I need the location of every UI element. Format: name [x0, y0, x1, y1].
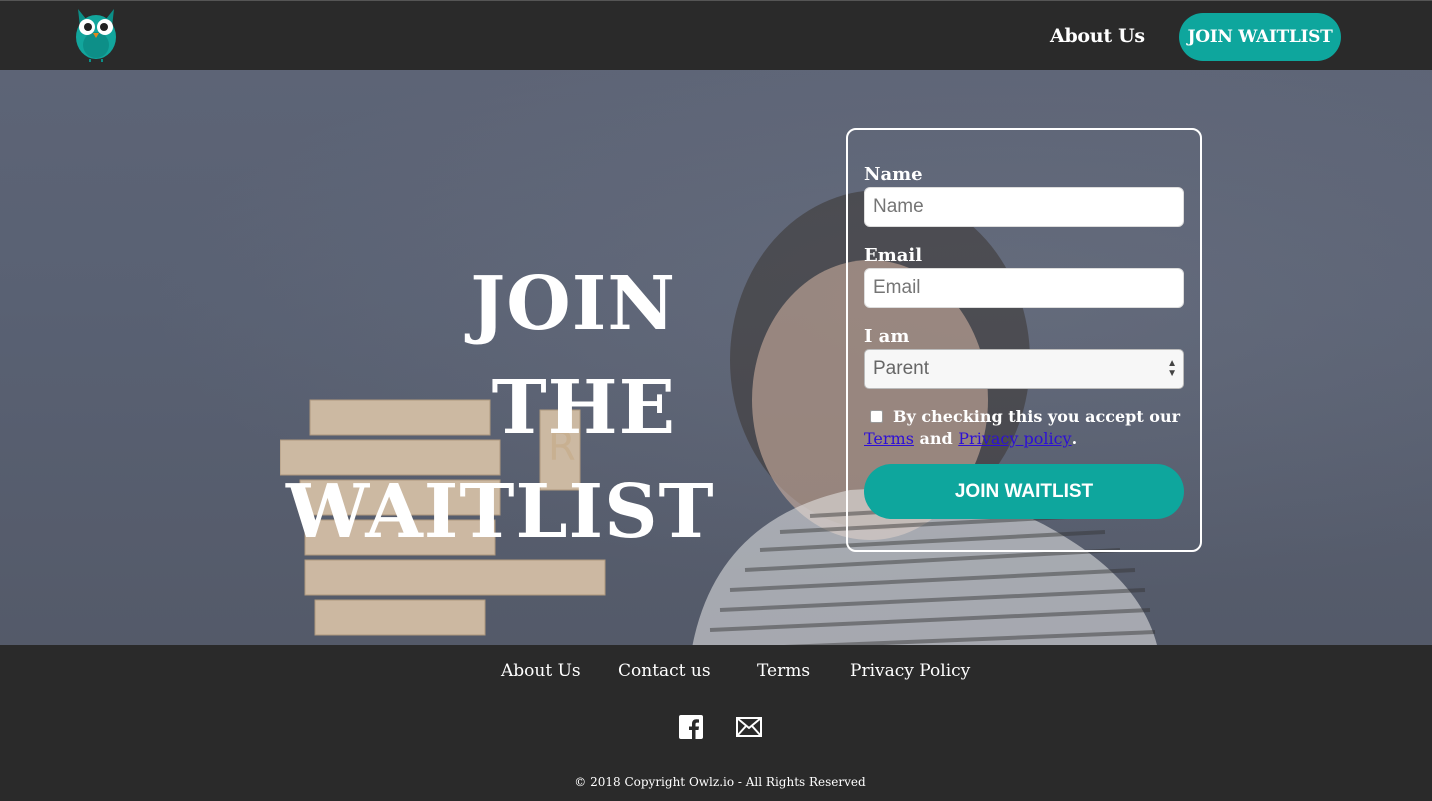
name-label: Name [864, 164, 923, 185]
consent-row: By checking this you accept our Terms an… [864, 406, 1184, 450]
footer-privacy-link[interactable]: Privacy Policy [850, 661, 970, 681]
mail-icon[interactable] [736, 715, 762, 739]
waitlist-form: Name Email I am Parent ▲▼ By checking th… [846, 128, 1202, 552]
email-label: Email [864, 245, 923, 266]
join-waitlist-submit-button[interactable]: JOIN WAITLIST [864, 464, 1184, 519]
facebook-icon[interactable] [679, 715, 705, 739]
footer-contact-link[interactable]: Contact us [618, 661, 711, 681]
copyright-text: © 2018 Copyright Owlz.io - All Rights Re… [574, 775, 866, 789]
owl-logo-icon[interactable] [72, 5, 120, 63]
terms-link[interactable]: Terms [864, 429, 914, 448]
consent-text: By checking this you accept our [893, 407, 1181, 426]
footer-terms-link[interactable]: Terms [757, 661, 810, 681]
site-header: About Us JOIN WAITLIST [0, 0, 1432, 70]
hero-section: R JOIN THE WAITLIST Name Email I am Pare… [0, 70, 1432, 645]
consent-and: and [919, 429, 953, 448]
hero-title-line2: WAITLIST [286, 469, 715, 555]
name-input[interactable] [864, 187, 1184, 227]
nav-join-waitlist-button[interactable]: JOIN WAITLIST [1179, 13, 1341, 61]
nav-about-link[interactable]: About Us [1050, 25, 1145, 47]
hero-title-line1: JOIN THE [470, 261, 676, 451]
role-label: I am [864, 326, 910, 347]
hero-title: JOIN THE WAITLIST [286, 252, 715, 564]
consent-checkbox[interactable] [870, 410, 883, 423]
role-select[interactable]: Parent ▲ ▼ [864, 349, 1184, 389]
privacy-link[interactable]: Privacy policy [958, 429, 1071, 448]
select-arrows-icon: ▲ ▼ [1167, 358, 1177, 379]
role-select-value: Parent [873, 358, 929, 379]
email-input[interactable] [864, 268, 1184, 308]
site-footer: About Us Contact us Terms Privacy Policy… [0, 645, 1432, 801]
consent-period: . [1071, 429, 1078, 448]
footer-about-link[interactable]: About Us [501, 661, 581, 681]
